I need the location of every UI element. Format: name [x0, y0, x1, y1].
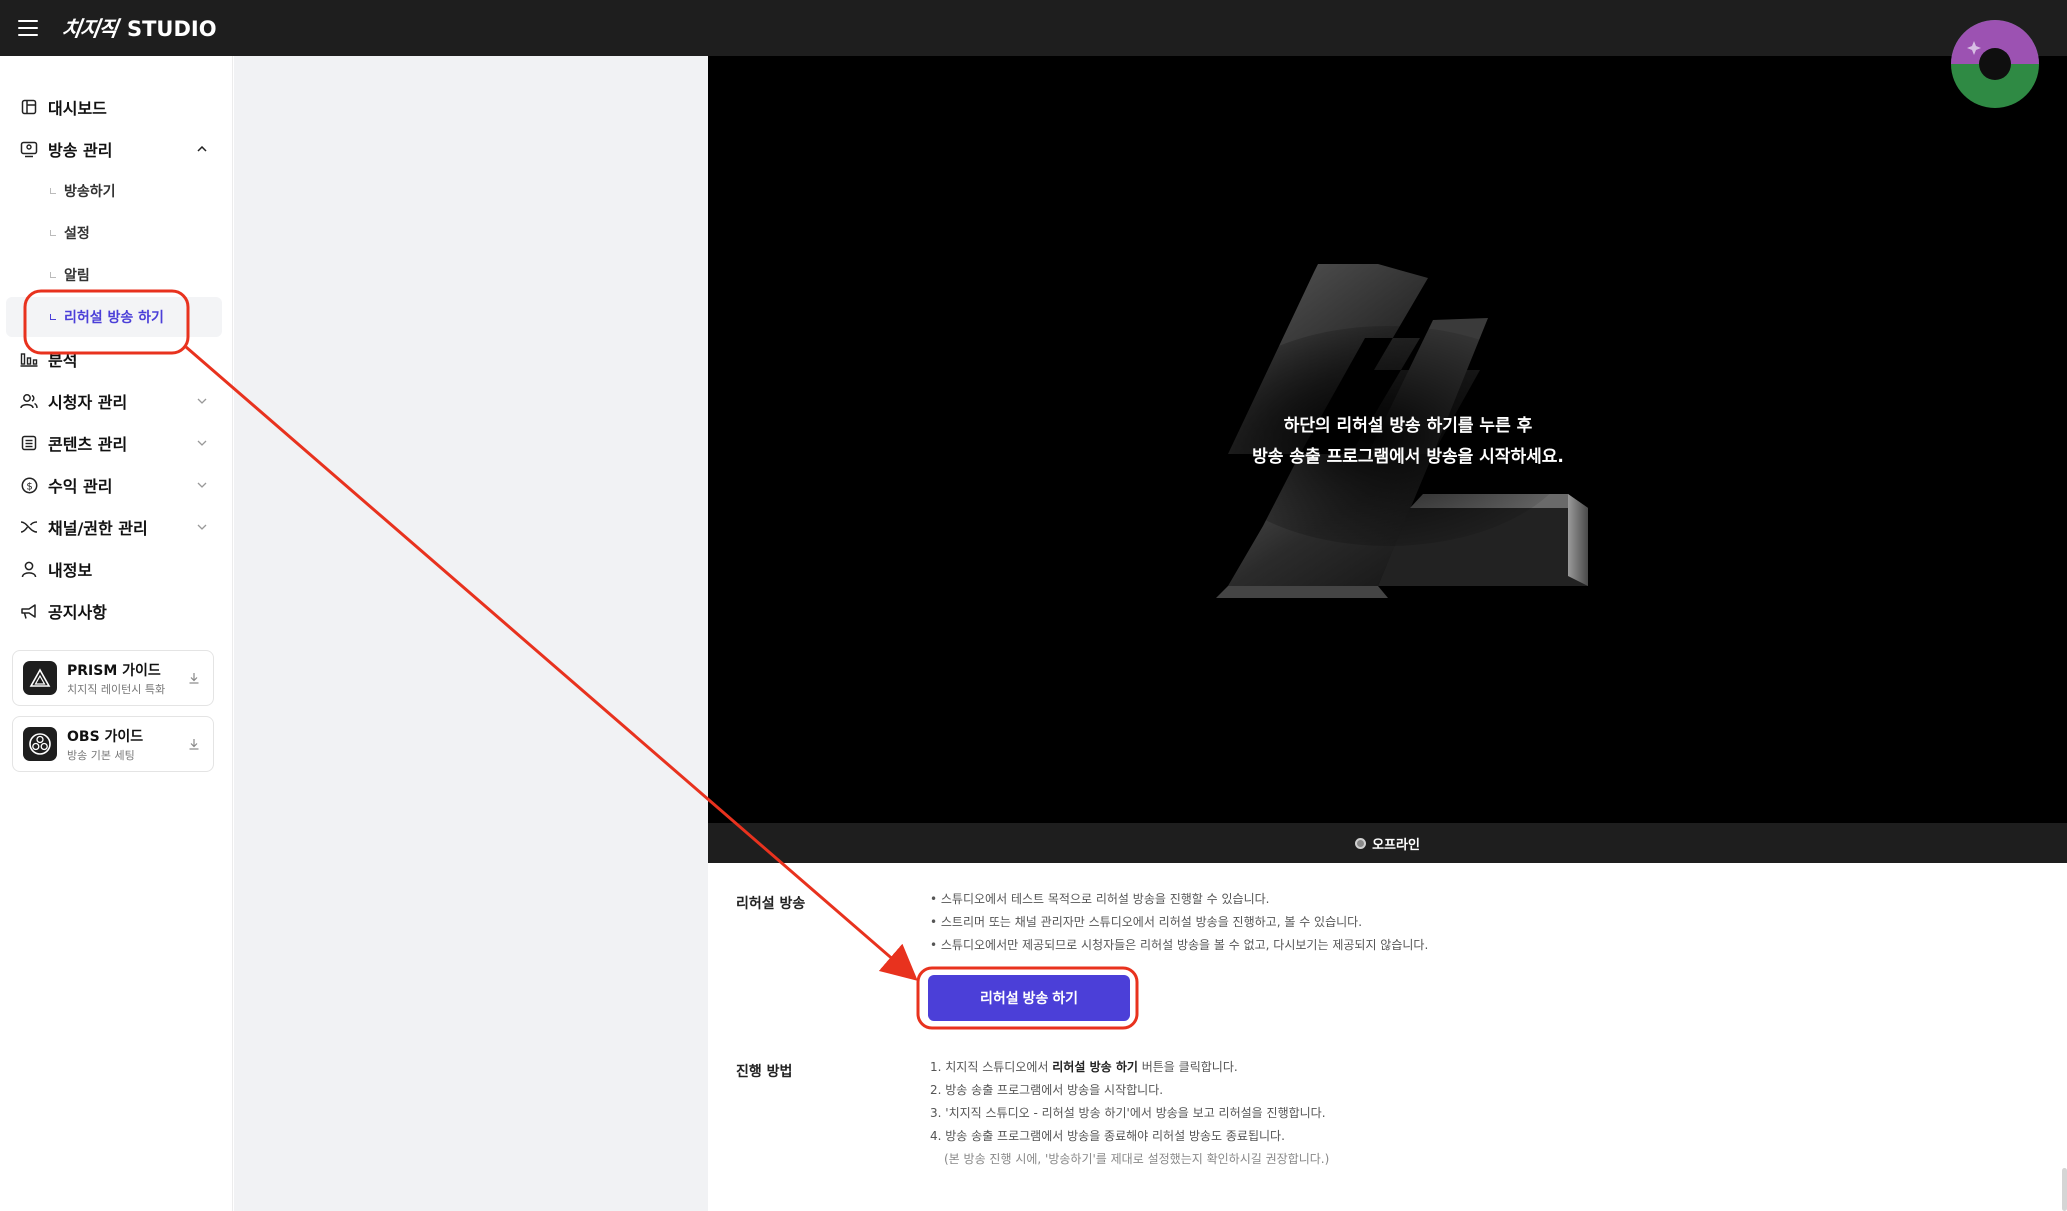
content-icon	[19, 433, 39, 453]
brand-logo[interactable]: 치지직 STUDIO	[60, 13, 217, 43]
prism-icon	[23, 661, 57, 695]
svg-text:$: $	[26, 481, 32, 492]
prism-guide-card[interactable]: PRISM 가이드 치지직 레이턴시 특화	[12, 650, 214, 706]
empty-panel	[234, 56, 708, 1211]
guide-title: PRISM 가이드	[67, 663, 161, 679]
download-icon[interactable]	[187, 671, 201, 685]
sidebar-subitem-label: 알림	[64, 268, 90, 284]
tree-branch-icon	[50, 188, 56, 194]
menu-icon[interactable]	[0, 0, 56, 56]
sidebar-item-analytics[interactable]: 분석	[0, 339, 233, 379]
step-item: 4. 방송 송출 프로그램에서 방송을 종료해야 리허설 방송도 종료됩니다.	[930, 1129, 1285, 1143]
step-text: 버튼을 클릭합니다.	[1137, 1060, 1238, 1074]
sidebar-item-dashboard[interactable]: 대시보드	[0, 87, 233, 127]
rehearsal-bullets: • 스튜디오에서 테스트 목적으로 리허설 방송을 진행할 수 있습니다. • …	[930, 888, 1428, 957]
guide-title: OBS 가이드	[67, 729, 144, 745]
procedure-steps: 1. 치지직 스튜디오에서 리허설 방송 하기 버튼을 클릭합니다. 2. 방송…	[930, 1056, 1329, 1171]
top-bar: 치지직 STUDIO	[0, 0, 2067, 56]
step-item: 2. 방송 송출 프로그램에서 방송을 시작합니다.	[930, 1083, 1164, 1097]
chzzk-logo: 치지직	[60, 17, 119, 41]
dashboard-icon	[19, 97, 39, 117]
floating-avatar-icon[interactable]	[1950, 19, 2040, 109]
step-item: 3. '치지직 스튜디오 - 리허설 방송 하기'에서 방송을 보고 리허설을 …	[930, 1106, 1326, 1120]
bullet-item: • 스튜디오에서만 제공되므로 시청자들은 리허설 방송을 볼 수 없고, 다시…	[930, 938, 1429, 952]
bullet-item: • 스튜디오에서 테스트 목적으로 리허설 방송을 진행할 수 있습니다.	[930, 892, 1270, 906]
download-icon[interactable]	[187, 737, 201, 751]
sidebar-item-label: 수익 관리	[48, 477, 113, 496]
procedure-section-title: 진행 방법	[736, 1064, 793, 1080]
start-rehearsal-button[interactable]: 리허설 방송 하기	[928, 975, 1130, 1021]
sidebar-item-label: 시청자 관리	[48, 393, 128, 412]
bullet-item: • 스트리머 또는 채널 관리자만 스튜디오에서 리허설 방송을 진행하고, 볼…	[930, 915, 1363, 929]
obs-guide-card[interactable]: OBS 가이드 방송 기본 세팅	[12, 716, 214, 772]
viewers-icon	[19, 391, 39, 411]
megaphone-icon	[19, 601, 39, 621]
sidebar-item-channel[interactable]: 채널/권한 관리	[0, 507, 233, 547]
tree-branch-icon	[50, 314, 56, 320]
sidebar-item-label: 공지사항	[48, 603, 107, 622]
chevron-up-icon	[196, 143, 208, 155]
scrollbar[interactable]	[2062, 1168, 2067, 1211]
chevron-down-icon	[196, 479, 208, 491]
profile-icon	[19, 559, 39, 579]
stream-status-bar: 오프라인	[708, 823, 2067, 863]
sidebar-item-label: 콘텐츠 관리	[48, 435, 128, 454]
sidebar-subitem-alerts[interactable]: 알림	[6, 255, 222, 295]
chevron-down-icon	[196, 395, 208, 407]
sidebar-subitem-settings[interactable]: 설정	[6, 213, 222, 253]
guide-subtitle: 치지직 레이턴시 특화	[67, 683, 166, 696]
step-text: 1. 치지직 스튜디오에서	[930, 1060, 1053, 1074]
overlay-line-2: 방송 송출 프로그램에서 방송을 시작하세요.	[1252, 447, 1564, 467]
overlay-line-1: 하단의 리허설 방송 하기를 누른 후	[1283, 416, 1533, 436]
revenue-icon: $	[19, 475, 39, 495]
sidebar-item-revenue[interactable]: $ 수익 관리	[0, 465, 233, 505]
obs-icon	[23, 727, 57, 761]
sidebar-item-viewers[interactable]: 시청자 관리	[0, 381, 233, 421]
sidebar-subitem-label: 리허설 방송 하기	[64, 310, 164, 326]
chevron-down-icon	[196, 437, 208, 449]
sidebar-item-label: 채널/권한 관리	[48, 519, 148, 538]
rehearsal-section-title: 리허설 방송	[736, 896, 806, 912]
sidebar-subitem-label: 방송하기	[64, 184, 116, 200]
studio-label: STUDIO	[126, 17, 217, 41]
procedure-note: (본 방송 진행 시에, '방송하기'를 제대로 설정했는지 확인하시길 권장합…	[944, 1152, 1330, 1166]
tree-branch-icon	[50, 272, 56, 278]
sidebar-subitem-rehearsal[interactable]: 리허설 방송 하기	[6, 297, 222, 337]
sidebar: 대시보드 방송 관리 방송하기 설정 알림 리허설 방송 하기 분석 시청자 관…	[0, 56, 233, 1211]
guide-subtitle: 방송 기본 세팅	[67, 749, 135, 762]
sidebar-subitem-go-live[interactable]: 방송하기	[6, 171, 222, 211]
step-highlight: 리허설 방송 하기	[1052, 1060, 1138, 1074]
sidebar-item-notices[interactable]: 공지사항	[0, 591, 233, 631]
sidebar-item-label: 내정보	[48, 561, 93, 580]
sidebar-item-label: 방송 관리	[48, 141, 113, 160]
video-preview[interactable]: 하단의 리허설 방송 하기를 누른 후 방송 송출 프로그램에서 방송을 시작하…	[708, 56, 2067, 823]
chevron-down-icon	[196, 521, 208, 533]
channel-icon	[19, 517, 39, 537]
sidebar-item-broadcast[interactable]: 방송 관리	[0, 129, 233, 169]
analytics-icon	[19, 349, 39, 369]
status-label: 오프라인	[1372, 837, 1420, 853]
rehearsal-info-section: 리허설 방송 • 스튜디오에서 테스트 목적으로 리허설 방송을 진행할 수 있…	[708, 863, 2067, 1211]
sidebar-item-label: 분석	[48, 351, 78, 370]
status-dot-icon	[1355, 837, 1367, 849]
sidebar-subitem-label: 설정	[64, 226, 90, 242]
step-item: 1. 치지직 스튜디오에서 리허설 방송 하기 버튼을 클릭합니다.	[930, 1056, 1329, 1079]
sidebar-item-label: 대시보드	[48, 99, 107, 118]
sidebar-item-content[interactable]: 콘텐츠 관리	[0, 423, 233, 463]
tree-branch-icon	[50, 230, 56, 236]
sidebar-item-profile[interactable]: 내정보	[0, 549, 233, 589]
broadcast-icon	[19, 139, 39, 159]
